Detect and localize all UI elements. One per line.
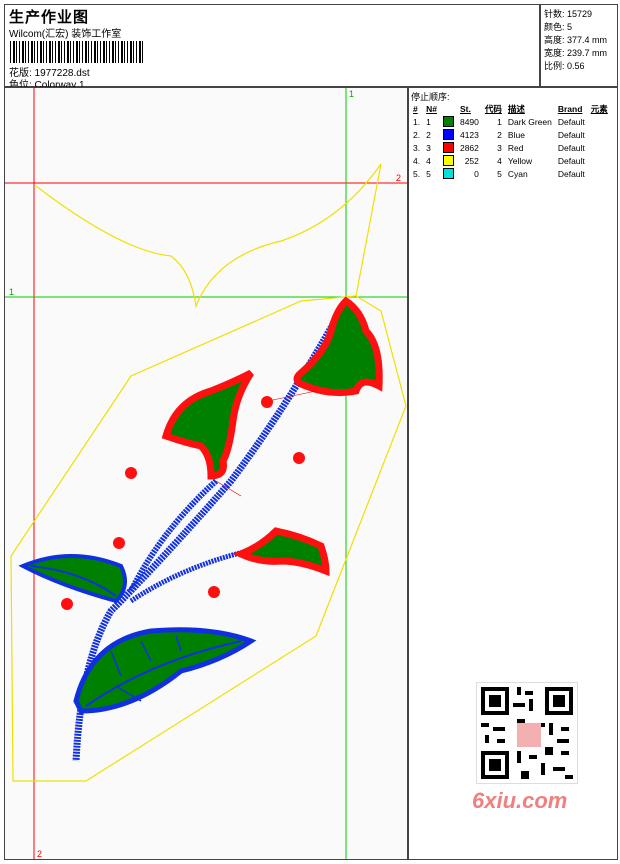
row-index: 1.	[413, 116, 421, 127]
design-canvas: 1 1 2 2	[4, 87, 408, 860]
scale-value: 比例: 0.56	[544, 61, 585, 71]
watermark-text: 6xiu.com	[472, 788, 568, 813]
row-index: 4.	[413, 155, 421, 166]
row-element	[588, 141, 611, 154]
row-index: 3.	[413, 142, 421, 153]
row-stitches: 252	[464, 155, 479, 166]
stop-order-table: # N# St. 代码 描述 Brand 元素 1. 1 8490 1 Dark Gre…	[410, 102, 611, 180]
row-stitches: 8490	[459, 116, 479, 127]
row-needle: 3	[426, 142, 431, 153]
color-count: 颜色: 5	[544, 22, 573, 32]
watermark: 6xiu.com	[470, 680, 582, 820]
header-panel: 生产作业图 Wilcom(汇宏) 装饰工作室 花版: 1977228.dst 色…	[4, 4, 540, 91]
stitch-count: 针数: 15729	[544, 9, 593, 19]
col-index: #	[413, 103, 418, 114]
row-code: 5	[497, 168, 502, 179]
table-row: 3. 3 2862 3 Red Default	[410, 141, 611, 154]
row-swatch	[440, 154, 457, 167]
row-swatch	[440, 115, 457, 128]
guide-marker-2-right: 2	[396, 173, 401, 183]
stats-panel: 针数: 15729 颜色: 5 高度: 377.4 mm 宽度: 239.7 m…	[540, 4, 618, 87]
table-header-row: # N# St. 代码 描述 Brand 元素	[410, 102, 611, 115]
table-row: 1. 1 8490 1 Dark Green Default	[410, 115, 611, 128]
row-code: 3	[497, 142, 502, 153]
red-berry	[61, 598, 73, 610]
color-swatch	[442, 155, 454, 167]
embroidery-design: 1 1 2 2	[5, 88, 407, 859]
row-needle: 1	[426, 116, 431, 127]
col-brand: Brand	[557, 103, 583, 114]
row-stitches: 0	[474, 168, 479, 179]
row-brand: Default	[557, 155, 585, 166]
red-berry	[125, 467, 137, 479]
flower-top-right	[293, 296, 383, 397]
col-description: 描述	[507, 103, 525, 114]
row-index: 2.	[413, 129, 421, 140]
height-value: 高度: 377.4 mm	[544, 35, 608, 45]
col-stitches: St.	[459, 103, 471, 114]
row-needle: 4	[426, 155, 431, 166]
qr-code-graphic	[477, 683, 577, 783]
row-description: Cyan	[507, 168, 528, 179]
left-leaf	[18, 554, 127, 604]
row-code: 1	[497, 116, 502, 127]
company-label: Wilcom(汇宏) 装饰工作室	[9, 29, 122, 40]
row-brand: Default	[557, 168, 585, 179]
row-stitches: 2862	[459, 142, 479, 153]
row-swatch	[440, 167, 457, 180]
row-swatch	[440, 128, 457, 141]
row-element	[588, 154, 611, 167]
col-swatch	[440, 102, 457, 115]
row-code: 4	[497, 155, 502, 166]
red-berry	[113, 537, 125, 549]
row-element	[588, 128, 611, 141]
row-brand: Default	[557, 142, 585, 153]
guide-marker-2-bottom: 2	[37, 849, 42, 859]
color-swatch	[442, 129, 454, 141]
col-needle: N#	[426, 103, 437, 114]
row-description: Dark Green	[507, 116, 552, 127]
flower-middle	[161, 369, 254, 480]
color-swatch	[442, 116, 454, 128]
qr-code	[476, 682, 578, 784]
row-needle: 2	[426, 129, 431, 140]
row-description: Red	[507, 142, 524, 153]
row-stitches: 4123	[459, 129, 479, 140]
col-code: 代码	[484, 103, 502, 114]
row-element	[588, 167, 611, 180]
red-berry	[293, 452, 305, 464]
row-swatch	[440, 141, 457, 154]
barcode	[10, 41, 144, 63]
color-swatch	[442, 168, 454, 180]
table-row: 2. 2 4123 2 Blue Default	[410, 128, 611, 141]
row-needle: 5	[426, 168, 431, 179]
row-description: Blue	[507, 129, 525, 140]
row-index: 5.	[413, 168, 421, 179]
row-element	[588, 115, 611, 128]
table-row: 5. 5 0 5 Cyan Default	[410, 167, 611, 180]
width-value: 宽度: 239.7 mm	[544, 48, 608, 58]
row-code: 2	[497, 129, 502, 140]
page-title: 生产作业图	[9, 9, 90, 26]
col-element: 元素	[590, 103, 608, 114]
branch-stem-upper	[128, 478, 219, 593]
flower-lower-right	[232, 527, 330, 577]
red-berry	[208, 586, 220, 598]
table-row: 4. 4 252 4 Yellow Default	[410, 154, 611, 167]
row-brand: Default	[557, 129, 585, 140]
red-berry	[261, 396, 273, 408]
guide-marker-1-left: 1	[9, 287, 14, 297]
row-description: Yellow	[507, 155, 533, 166]
row-brand: Default	[557, 116, 585, 127]
color-swatch	[442, 142, 454, 154]
large-leaf	[73, 627, 257, 714]
guide-marker-1-top: 1	[349, 89, 354, 99]
